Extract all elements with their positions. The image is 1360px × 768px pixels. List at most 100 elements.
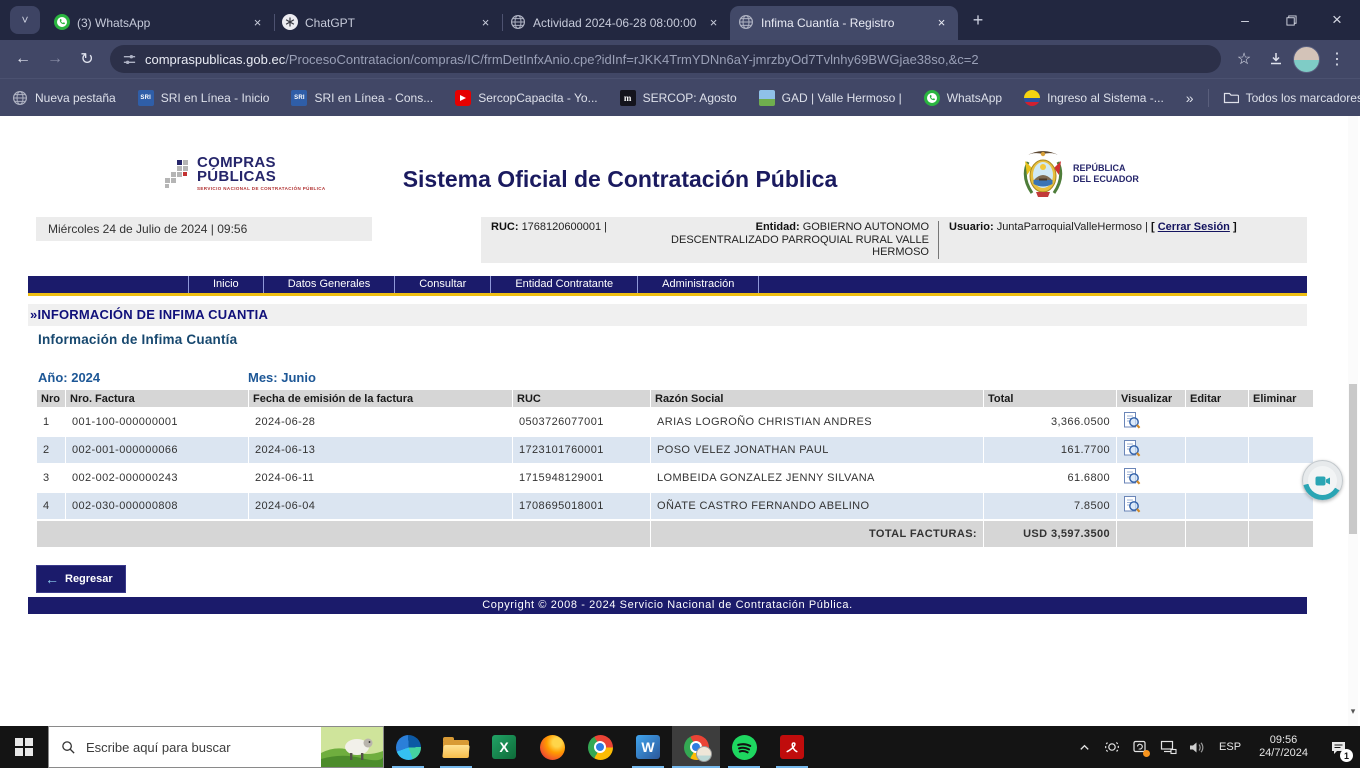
cell-eliminar [1249,493,1313,519]
table-row: 1 001-100-000000001 2024-06-28 050372607700… [37,409,1313,435]
tray-volume[interactable] [1183,726,1209,768]
close-window-button[interactable]: × [1314,0,1360,40]
notification-center-button[interactable]: 1 [1318,726,1358,768]
tab-title: Actividad 2024-06-28 08:00:00 | [533,16,698,30]
tab-title: (3) WhatsApp [77,16,151,30]
web-page: COMPRAS PÚBLICAS SERVICIO NACIONAL DE CON… [0,116,1360,726]
bookmark-item[interactable]: Nueva pestaña [12,90,116,106]
menu-item[interactable]: Entidad Contratante [490,276,637,293]
total-label: TOTAL FACTURAS: [651,521,983,547]
search-daily-image[interactable] [321,727,383,767]
taskbar-search[interactable] [48,726,384,768]
invoice-table: Nro Nro. Factura Fecha de emisión de la fa… [36,388,1314,549]
browser-tab[interactable]: Actividad 2024-06-28 08:00:00 | × [502,6,730,40]
column-header: Fecha de emisión de la factura [249,390,512,407]
taskbar-explorer-icon[interactable] [432,726,480,768]
cell-razon: OÑATE CASTRO FERNANDO ABELINO [651,493,983,519]
globe-favicon [510,14,526,33]
ethernet-icon [1160,740,1177,754]
taskbar-acrobat-icon[interactable] [768,726,816,768]
menu-item[interactable]: Administración [637,276,760,293]
bookmark-item[interactable]: GAD | Valle Hermoso | [758,89,902,106]
profile-avatar[interactable] [1293,45,1320,73]
start-button[interactable] [0,726,48,768]
reload-button[interactable]: ↻ [72,44,102,74]
search-input[interactable] [84,738,288,756]
tray-meet-now[interactable] [1099,726,1125,768]
bookmark-item[interactable]: WhatsApp [923,89,1002,106]
bookmark-item[interactable]: SRI SRI en Línea - Inicio [137,89,269,106]
taskbar-chrome-icon[interactable] [576,726,624,768]
tab-close-icon[interactable]: × [933,15,950,32]
language-indicator[interactable]: ESP [1211,741,1249,753]
menu-item[interactable]: Datos Generales [262,276,395,293]
visualizar-icon[interactable] [1123,495,1141,514]
browser-tab[interactable]: ChatGPT × [274,6,502,40]
new-tab-button[interactable]: + [964,6,992,34]
browser-tab[interactable]: (3) WhatsApp × [46,6,274,40]
cell-eliminar [1249,409,1313,435]
chatgpt-favicon [282,13,298,33]
screen-capture-widget[interactable] [1302,460,1343,501]
scroll-down-arrow[interactable]: ▾ [1348,704,1358,718]
visualizar-icon[interactable] [1123,411,1141,430]
bookmark-item[interactable]: m SERCOP: Agosto [619,89,737,106]
whatsapp-favicon [923,89,940,106]
bookmark-label: Ingreso al Sistema -... [1047,90,1164,105]
bookmark-item[interactable]: Ingreso al Sistema -... [1024,89,1164,106]
bookmark-item[interactable]: SRI SRI en Línea - Cons... [291,89,433,106]
taskbar-excel-icon[interactable]: X [480,726,528,768]
taskbar-chrome-profile-icon[interactable] [672,726,720,768]
forward-button[interactable]: → [40,44,70,74]
address-bar[interactable]: compraspublicas.gob.ec/ProcesoContrataci… [110,45,1221,73]
tray-update-pending[interactable] [1127,726,1153,768]
bookmark-star-button[interactable]: ☆ [1229,44,1259,74]
tray-expand-button[interactable] [1071,726,1097,768]
taskbar-edge-icon[interactable] [384,726,432,768]
globe-favicon [12,90,28,106]
visualizar-icon[interactable] [1123,467,1141,486]
site-settings-icon[interactable] [122,52,137,67]
cell-total: 7.8500 [984,493,1116,519]
downloads-button[interactable] [1261,44,1291,74]
cell-total: 3,366.0500 [1050,416,1110,428]
taskbar-word-icon[interactable]: W [624,726,672,768]
back-button[interactable]: ← [8,44,38,74]
minimize-button[interactable]: – [1222,0,1268,40]
all-bookmarks-button[interactable]: Todos los marcadores [1223,90,1360,106]
column-header: Total [984,390,1116,407]
regresar-button[interactable]: ← Regresar [36,565,126,593]
bracket-open: [ [1151,221,1155,233]
speaker-icon [1189,741,1203,753]
browser-tab[interactable]: Infima Cuantía - Registro × [730,6,958,40]
bookmark-label: SERCOP: Agosto [642,90,737,105]
tray-network[interactable] [1155,726,1181,768]
restore-button[interactable] [1268,0,1314,40]
taskbar-firefox-icon[interactable] [528,726,576,768]
separator: | [604,221,608,233]
bookmark-item[interactable]: SercopCapacita - Yo... [455,89,598,106]
menu-item[interactable]: Inicio [188,276,263,293]
column-header: RUC [513,390,650,407]
cell-factura: 002-030-000000808 [66,493,248,519]
bookmark-label: SercopCapacita - Yo... [478,90,598,105]
cell-total: 161.7700 [984,437,1116,463]
tab-close-icon[interactable]: × [705,15,722,32]
all-bookmarks-label: Todos los marcadores [1245,90,1360,105]
page-scrollbar-thumb[interactable] [1349,384,1357,534]
bracket-close: ] [1232,221,1237,233]
meet-now-icon [1105,741,1119,753]
taskbar-clock[interactable]: 09:56 24/7/2024 [1251,734,1316,761]
tab-close-icon[interactable]: × [477,15,494,32]
windows-logo-icon [15,738,33,756]
tab-search-button[interactable]: ˅ [10,6,40,34]
logout-link[interactable]: Cerrar Sesión [1158,221,1230,233]
notification-badge: 1 [1340,749,1353,762]
tab-close-icon[interactable]: × [249,15,266,32]
menu-item[interactable]: Consultar [394,276,490,293]
bookmarks-overflow-button[interactable]: » [1186,90,1194,106]
browser-menu-button[interactable]: ⋮ [1322,44,1352,74]
cell-factura: 001-100-000000001 [72,416,178,428]
taskbar-spotify-icon[interactable] [720,726,768,768]
visualizar-icon[interactable] [1123,439,1141,458]
